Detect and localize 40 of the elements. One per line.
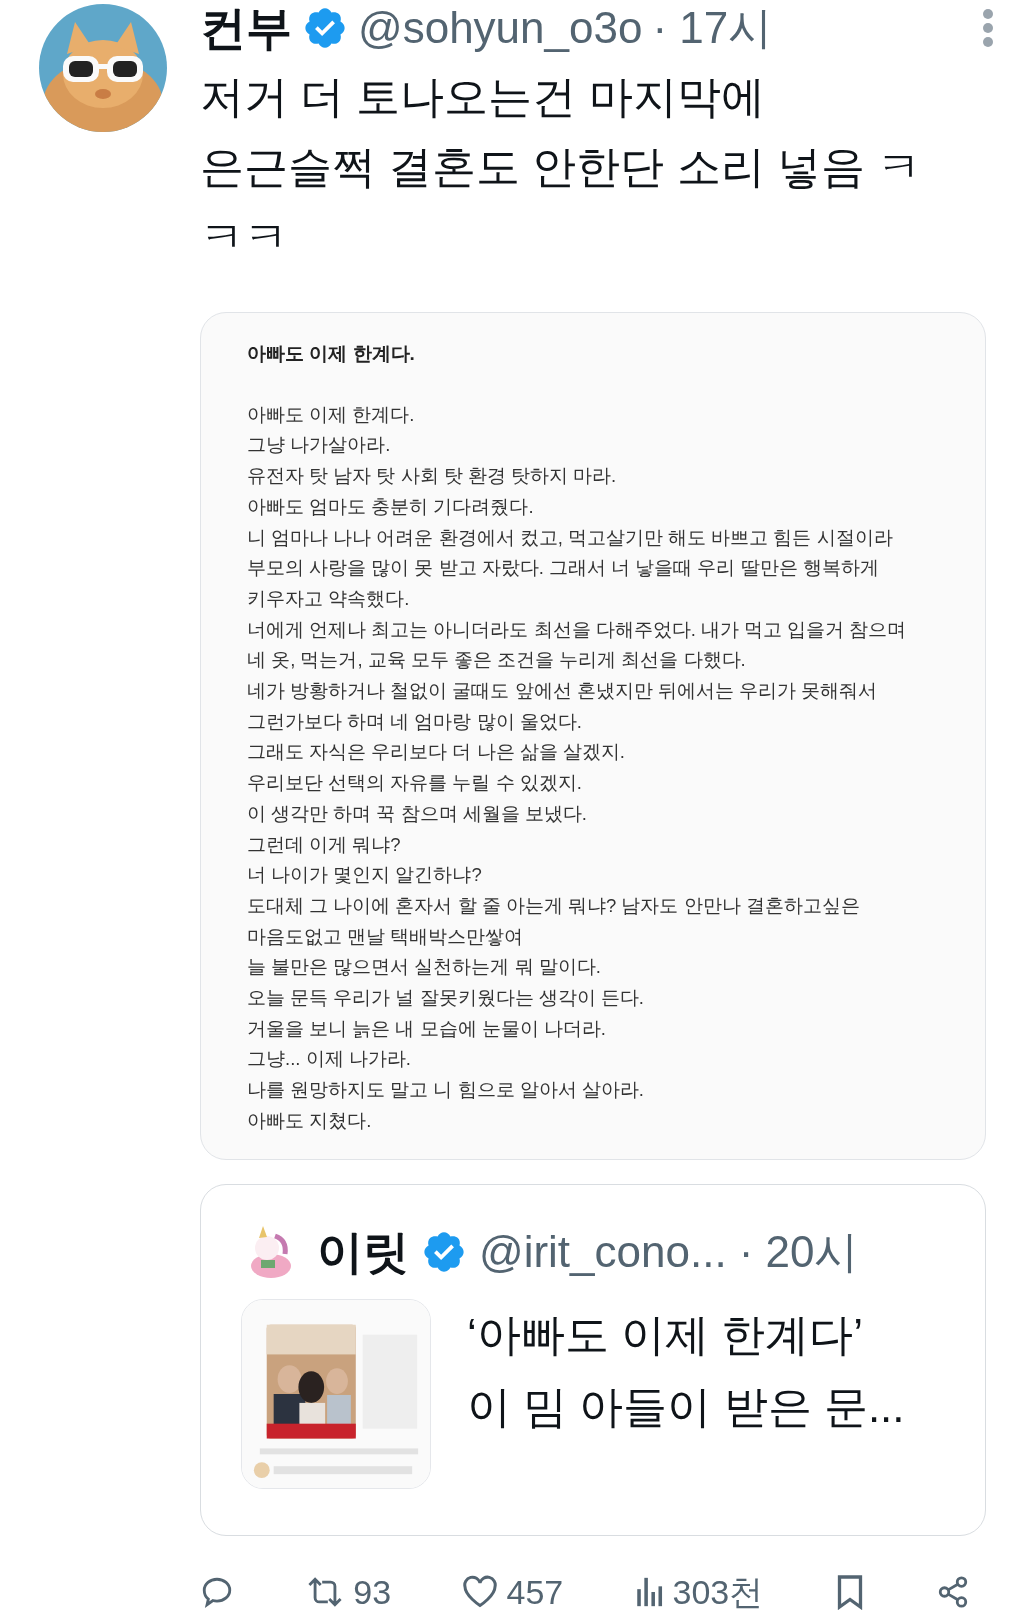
letter-line: 유전자 탓 남자 탓 사회 탓 환경 탓하지 마라. [247, 464, 617, 489]
letter-line: 나를 원망하지도 말고 니 힘으로 알아서 살아라. [247, 1078, 644, 1103]
quoted-text: ‘아빠도 이제 한계다’ 이 밈 아들이 받은 문... [467, 1309, 905, 1433]
letter-line: 우리보단 선택의 자유를 누릴 수 있겠지. [247, 771, 582, 796]
quoted-user-name: 이릿 [317, 1229, 409, 1275]
letter-line: 너에게 언제나 최고는 아니더라도 최선을 다해주었다. 내가 먹고 입을거 참으며 [247, 617, 907, 642]
letter-line: 니 엄마나 나나 어려운 환경에서 컸고, 먹고살기만 해도 바쁘고 힘든 시절이라 [247, 525, 893, 550]
letter-line: 네 옷, 먹는거, 교육 모두 좋은 조건을 누리게 최선을 다했다. [247, 648, 746, 673]
letter-line: 그래도 자식은 우리보다 더 나은 삶을 살겠지. [247, 740, 625, 765]
letter-line: 그런가보다 하며 네 엄마랑 많이 울었다. [247, 709, 582, 734]
letter-line: 거울을 보니 늙은 내 모습에 눈물이 나더라. [247, 1016, 606, 1041]
letter-line: 아빠도 이제 한계다. [247, 402, 415, 427]
reply-icon[interactable] [200, 1575, 234, 1609]
heart-icon[interactable] [462, 1575, 499, 1609]
letter-line: 도대체 그 나이에 혼자서 할 줄 아는게 뭐냐? 남자도 안만나 결혼하고싶은 [247, 893, 860, 918]
like-count: 457 [506, 1575, 564, 1609]
letter-line: 아빠도 엄마도 충분히 기다려줬다. [247, 494, 534, 519]
quoted-user-handle: @irit_cono... [479, 1230, 727, 1274]
letter-line: 키우자고 약속했다. [247, 586, 410, 611]
retweet-count: 93 [353, 1575, 392, 1609]
letter-line: 이 생각만 하며 꾹 참으며 세월을 보냈다. [247, 801, 587, 826]
letter-line: 그런데 이게 뭐냐? [247, 832, 401, 857]
timestamp: · 17시 [652, 6, 773, 50]
letter-line: 너 나이가 몇인지 알긴하냐? [247, 863, 482, 888]
letter-line: 오늘 문득 우리가 널 잘못키웠다는 생각이 든다. [247, 986, 644, 1011]
letter-line: 늘 불만은 많으면서 실천하는게 뭐 말이다. [247, 955, 601, 980]
letter-line: 그냥... 이제 나가라. [247, 1047, 411, 1072]
user-handle[interactable]: @sohyun_o3o [358, 6, 643, 50]
quoted-timestamp: · 20시 [738, 1230, 859, 1274]
letter-line: 아빠도 지쳤다. [247, 1108, 372, 1133]
letter-title: 아빠도 이제 한계다. [247, 342, 416, 366]
letter-line: 그냥 나가살아라. [247, 433, 391, 458]
views-icon[interactable] [634, 1575, 665, 1609]
quoted-tweet[interactable]: 이릿 @irit_cono... · 20시 ‘아빠도 이제 한계다’ 이 밈 아들이 받은 문... [200, 1184, 986, 1536]
tweet-text: 저거 더 토나오는건 마지막에 은근슬쩍 결혼도 안한단 소리 넣음 ㅋ ㅋㅋ [200, 71, 923, 263]
letter-line: 네가 방황하거나 철없이 굴때도 앞에선 혼냈지만 뒤에서는 우리가 못해줘서 [247, 679, 878, 704]
user-name: 컨부 [200, 5, 292, 51]
letter-line: 마음도없고 맨날 택배박스만쌓여 [247, 924, 524, 949]
views-count: 303천 [672, 1575, 764, 1609]
letter-line: 부모의 사랑을 많이 못 받고 자랐다. 그래서 너 낳을때 우리 딸만은 행복하게 [247, 556, 879, 581]
